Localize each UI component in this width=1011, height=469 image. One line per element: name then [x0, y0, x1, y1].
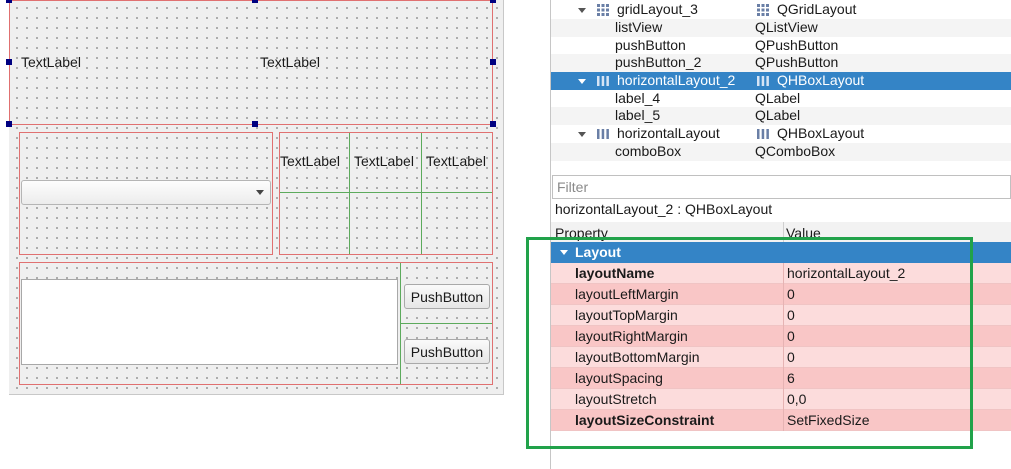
grid-divider [349, 133, 350, 254]
selection-handle[interactable] [6, 0, 12, 3]
selection-handle[interactable] [490, 59, 496, 65]
horizontal-layout-2-frame[interactable] [9, 0, 493, 125]
grid-layout-icon [757, 4, 769, 16]
property-filter-input[interactable] [552, 175, 1011, 199]
hbox-layout-icon [597, 76, 609, 86]
tree-row[interactable]: listView QListView [551, 19, 1011, 37]
tree-item-class: QHBoxLayout [777, 125, 865, 141]
hbox-layout-icon [757, 129, 769, 139]
expand-arrow-icon[interactable] [578, 132, 586, 137]
selection-handle[interactable] [490, 121, 496, 127]
tree-item-name: horizontalLayout_2 [617, 72, 736, 88]
hbox-layout-icon [757, 76, 769, 86]
selection-handle[interactable] [6, 59, 12, 65]
tree-row[interactable]: horizontalLayout QHBoxLayout [551, 125, 1011, 143]
hbox-layout-icon [597, 129, 609, 139]
tree-row[interactable]: label_4 QLabel [551, 90, 1011, 108]
label-5[interactable]: TextLabel [260, 54, 320, 70]
tree-item-name: gridLayout_3 [617, 1, 698, 17]
highlight-annotation-box [526, 237, 973, 449]
grid-layout-icon [597, 4, 609, 16]
tree-row[interactable]: pushButton_2 QPushButton [551, 54, 1011, 72]
grid-layout-frame[interactable] [279, 132, 493, 255]
grid-label-3[interactable]: TextLabel [426, 153, 486, 169]
combo-box[interactable] [21, 180, 271, 205]
tree-item-name: label_5 [615, 107, 661, 123]
selection-handle[interactable] [252, 121, 258, 127]
tree-row[interactable]: comboBox QComboBox [551, 143, 1011, 161]
grid-divider [280, 192, 492, 193]
tree-item-class: QLabel [755, 90, 801, 106]
object-inspector-tree[interactable]: gridLayout_3 QGridLayout listView QListV… [551, 0, 1011, 173]
selection-handle[interactable] [490, 0, 496, 3]
push-button[interactable]: PushButton [404, 284, 490, 309]
list-view[interactable] [21, 279, 398, 365]
tree-item-name: label_4 [615, 90, 661, 106]
tree-item-name: listView [615, 19, 663, 35]
tree-row-selected[interactable]: horizontalLayout_2 QHBoxLayout [551, 72, 1011, 90]
grid-label-2[interactable]: TextLabel [354, 153, 414, 169]
tree-item-class: QPushButton [755, 54, 839, 70]
tree-item-class: QLabel [755, 107, 801, 123]
expand-arrow-icon[interactable] [578, 8, 586, 13]
tree-item-class: QComboBox [755, 143, 836, 159]
label-4[interactable]: TextLabel [21, 54, 81, 70]
tree-item-class: QPushButton [755, 37, 839, 53]
tree-item-class: QGridLayout [777, 1, 857, 17]
expand-arrow-icon[interactable] [578, 79, 586, 84]
selection-handle[interactable] [252, 0, 258, 3]
tree-item-name: comboBox [615, 143, 682, 159]
property-editor-object-title: horizontalLayout_2 : QHBoxLayout [555, 201, 773, 217]
tree-item-name: pushButton_2 [615, 54, 702, 70]
tree-item-name: pushButton [615, 37, 686, 53]
form-canvas[interactable]: TextLabel TextLabel TextLabel TextLabel … [6, 0, 504, 395]
tree-row[interactable]: label_5 QLabel [551, 107, 1011, 125]
tree-item-class: QListView [755, 19, 818, 35]
tree-item-class: QHBoxLayout [777, 72, 865, 88]
tree-row[interactable]: gridLayout_3 QGridLayout [551, 1, 1011, 19]
grid-divider [421, 133, 422, 254]
grid-divider [401, 323, 492, 324]
selection-handle[interactable] [6, 121, 12, 127]
grid-label-1[interactable]: TextLabel [280, 153, 340, 169]
push-button-2[interactable]: PushButton [404, 339, 490, 364]
tree-row[interactable]: pushButton QPushButton [551, 37, 1011, 55]
chevron-down-icon [256, 190, 264, 195]
tree-item-name: horizontalLayout [617, 125, 720, 141]
